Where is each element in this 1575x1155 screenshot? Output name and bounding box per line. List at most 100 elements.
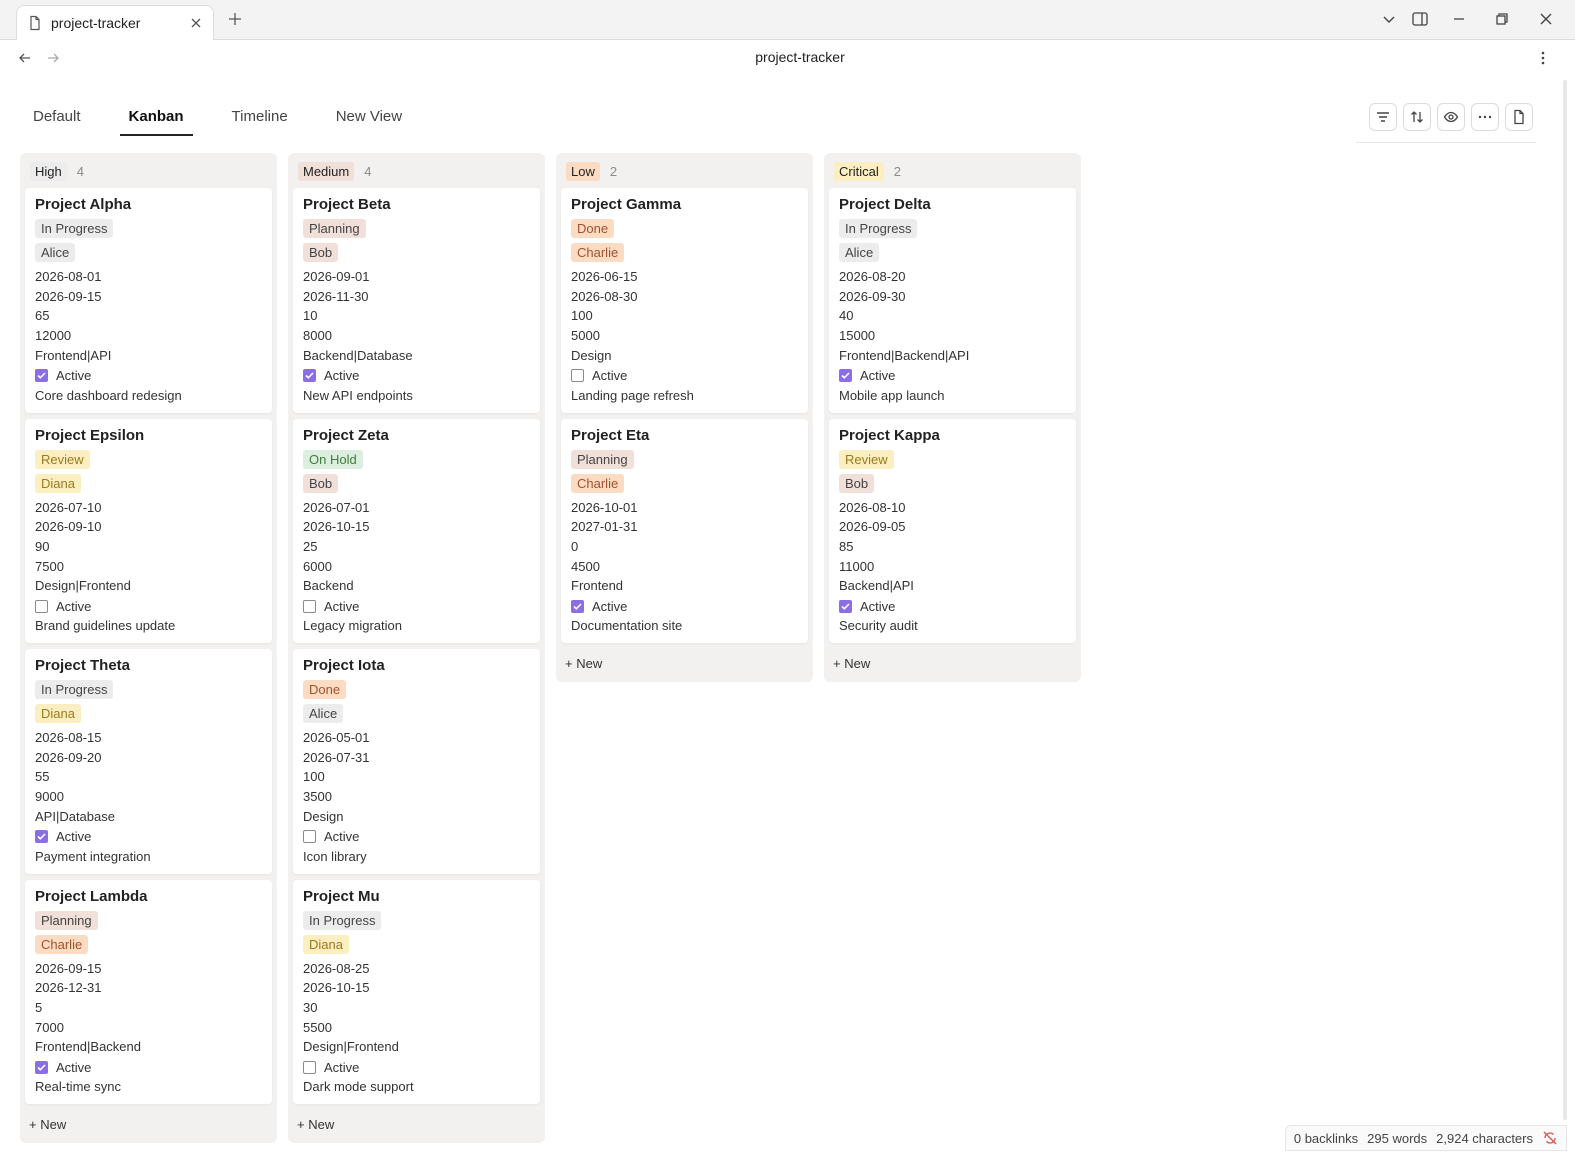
active-checkbox-row[interactable]: Active: [35, 1057, 262, 1077]
tab-default[interactable]: Default: [24, 100, 90, 136]
add-card-button[interactable]: + New: [293, 1110, 540, 1138]
checkbox-checked-icon[interactable]: [571, 599, 584, 613]
checkbox-unchecked-icon[interactable]: [303, 599, 316, 613]
filter-button[interactable]: [1369, 103, 1397, 131]
new-tab-icon[interactable]: [227, 11, 243, 27]
status-badge: Review: [839, 449, 894, 469]
document-tab[interactable]: project-tracker: [16, 5, 214, 40]
checkbox-checked-icon[interactable]: [35, 830, 48, 844]
column-label[interactable]: Low: [566, 161, 600, 181]
card-title: Project Zeta: [303, 426, 389, 444]
status-row: In Progress: [839, 219, 1066, 243]
sidebar-toggle-icon[interactable]: [1411, 10, 1429, 28]
status-row: Planning: [571, 449, 798, 474]
owner-badge: Alice: [303, 704, 344, 724]
field-budget: 12000: [35, 328, 72, 344]
more-button[interactable]: [1471, 103, 1499, 131]
scrollbar[interactable]: [1563, 80, 1567, 1120]
card-title: Project Eta: [571, 426, 650, 444]
owner-row: Alice: [35, 243, 262, 267]
kanban-card[interactable]: Project Iota Done Alice 2026-05-01 2026-07-3…: [293, 649, 540, 874]
sync-off-icon[interactable]: [1542, 1130, 1558, 1146]
status-badge: On Hold: [303, 449, 363, 469]
active-checkbox-row[interactable]: Active: [303, 596, 530, 616]
field-end: 2026-09-15: [35, 288, 102, 304]
field-tags: Frontend: [571, 578, 624, 594]
active-checkbox-row[interactable]: Active: [839, 366, 1066, 386]
close-window-icon[interactable]: [1537, 10, 1555, 28]
active-checkbox-row[interactable]: Active: [35, 596, 262, 616]
active-checkbox-row[interactable]: Active: [35, 366, 262, 386]
kanban-card[interactable]: Project Delta In Progress Alice 2026-08-20 2…: [829, 188, 1076, 413]
add-card-button[interactable]: + New: [561, 649, 808, 677]
status-row: Review: [839, 449, 1066, 474]
checkbox-checked-icon[interactable]: [839, 599, 852, 613]
status-row: In Progress: [35, 680, 262, 704]
checkbox-checked-icon[interactable]: [35, 369, 48, 383]
active-checkbox-row[interactable]: Active: [839, 596, 1066, 616]
document-icon: [1514, 109, 1524, 125]
column-label[interactable]: High: [30, 161, 67, 181]
checkbox-checked-icon[interactable]: [35, 1060, 48, 1074]
column-header: Medium 4: [298, 160, 540, 182]
field-start: 2026-07-10: [35, 499, 102, 515]
field-budget: 7000: [35, 1019, 64, 1035]
open-file-button[interactable]: [1505, 103, 1533, 131]
kanban-card[interactable]: Project Epsilon Review Diana 2026-07-10 2026…: [25, 418, 272, 644]
status-badge: In Progress: [839, 219, 918, 238]
add-card-button[interactable]: + New: [25, 1110, 272, 1138]
active-checkbox-row[interactable]: Active: [303, 827, 530, 847]
field-start: 2026-08-01: [35, 269, 102, 284]
checkbox-unchecked-icon[interactable]: [303, 1060, 316, 1074]
checkbox-unchecked-icon[interactable]: [571, 369, 584, 383]
add-card-button[interactable]: + New: [829, 649, 1076, 677]
field-start: 2026-05-01: [303, 730, 370, 746]
field-start: 2026-09-15: [35, 960, 102, 976]
active-checkbox-row[interactable]: Active: [35, 827, 262, 847]
restore-icon[interactable]: [1493, 10, 1511, 28]
chevron-down-icon[interactable]: [1380, 10, 1398, 28]
sort-button[interactable]: [1403, 103, 1431, 131]
minimize-icon[interactable]: [1450, 10, 1468, 28]
checkbox-checked-icon[interactable]: [303, 369, 316, 383]
field-budget: 11000: [839, 558, 875, 574]
nav-bar: project-tracker: [0, 40, 1575, 76]
field-start: 2026-08-15: [35, 730, 102, 746]
active-checkbox-row[interactable]: Active: [571, 596, 798, 616]
kanban-card[interactable]: Project Beta Planning Bob 2026-09-01 2026-11…: [293, 188, 540, 413]
owner-badge: Diana: [303, 934, 349, 954]
card-description: Payment integration: [35, 848, 151, 864]
kanban-card[interactable]: Project Alpha In Progress Alice 2026-08-01 2…: [25, 188, 272, 413]
kanban-card[interactable]: Project Gamma Done Charlie 2026-06-15 2026-0…: [561, 188, 808, 413]
column-label[interactable]: Critical: [834, 161, 884, 181]
active-checkbox-row[interactable]: Active: [303, 1057, 530, 1077]
kanban-card[interactable]: Project Theta In Progress Diana 2026-08-15 2…: [25, 649, 272, 874]
more-options-icon[interactable]: [1535, 50, 1551, 66]
status-badge: In Progress: [303, 910, 382, 930]
field-tags: Backend|Database: [303, 347, 413, 363]
checkbox-unchecked-icon[interactable]: [35, 599, 48, 613]
column-count: 2: [609, 163, 618, 179]
field-start: 2026-06-15: [571, 269, 638, 284]
kanban-card[interactable]: Project Lambda Planning Charlie 2026-09-15 2…: [25, 879, 272, 1105]
checkbox-unchecked-icon[interactable]: [303, 830, 316, 844]
tab-kanban[interactable]: Kanban: [119, 100, 193, 136]
field-end: 2026-09-10: [35, 519, 102, 535]
kanban-card[interactable]: Project Mu In Progress Diana 2026-08-25 2026…: [293, 879, 540, 1105]
sort-icon: [1411, 111, 1423, 123]
visibility-button[interactable]: [1437, 103, 1465, 131]
close-tab-icon[interactable]: [189, 16, 203, 30]
kanban-card[interactable]: Project Eta Planning Charlie 2026-10-01 2027…: [561, 418, 808, 644]
active-checkbox-row[interactable]: Active: [303, 366, 530, 386]
tab-timeline[interactable]: Timeline: [223, 100, 297, 136]
card-description: Mobile app launch: [839, 387, 945, 403]
kanban-card[interactable]: Project Kappa Review Bob 2026-08-10 2026-09-…: [829, 418, 1076, 644]
backlinks-count[interactable]: 0 backlinks: [1294, 1131, 1358, 1146]
active-checkbox-row[interactable]: Active: [571, 366, 798, 386]
status-badge: Planning: [35, 910, 98, 930]
column-label[interactable]: Medium: [298, 161, 355, 181]
field-start: 2026-08-20: [839, 269, 906, 284]
checkbox-checked-icon[interactable]: [839, 369, 852, 383]
tab-new-view[interactable]: New View: [327, 100, 411, 136]
kanban-card[interactable]: Project Zeta On Hold Bob 2026-07-01 2026-10-…: [293, 418, 540, 644]
